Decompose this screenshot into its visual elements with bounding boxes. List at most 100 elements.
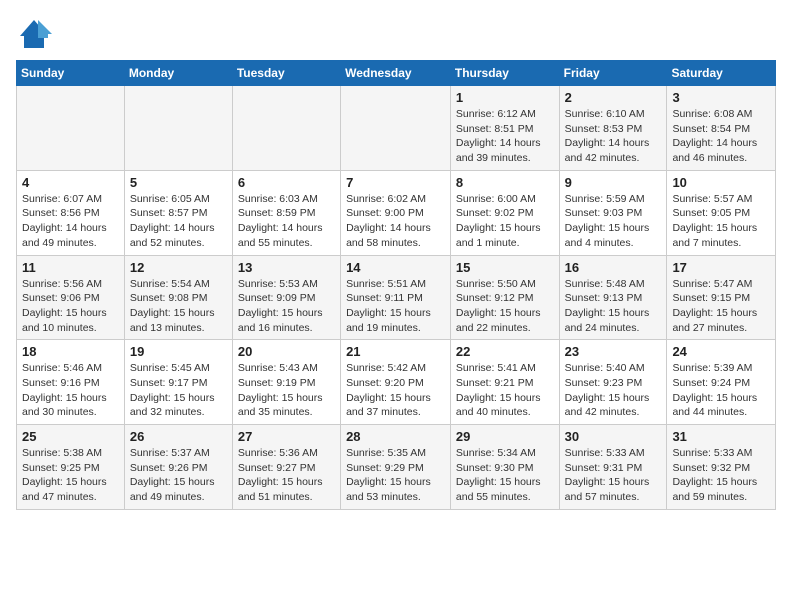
calendar-cell: 27Sunrise: 5:36 AM Sunset: 9:27 PM Dayli… xyxy=(232,425,340,510)
calendar-cell: 4Sunrise: 6:07 AM Sunset: 8:56 PM Daylig… xyxy=(17,170,125,255)
day-detail: Sunrise: 5:40 AM Sunset: 9:23 PM Dayligh… xyxy=(565,361,662,420)
calendar-cell: 1 Sunrise: 6:12 AM Sunset: 8:51 PM Daylig… xyxy=(450,86,559,171)
calendar-cell: 24Sunrise: 5:39 AM Sunset: 9:24 PM Dayli… xyxy=(667,340,776,425)
calendar-cell: 26Sunrise: 5:37 AM Sunset: 9:26 PM Dayli… xyxy=(124,425,232,510)
calendar-cell: 21 Sunrise: 5:42 AM Sunset: 9:20 PM Dayli… xyxy=(341,340,451,425)
calendar-cell xyxy=(124,86,232,171)
calendar-cell: 23 Sunrise: 5:40 AM Sunset: 9:23 PM Dayli… xyxy=(559,340,667,425)
day-detail: Sunrise: 5:36 AM Sunset: 9:27 PM Dayligh… xyxy=(238,446,335,505)
calendar-cell: 17 Sunrise: 5:47 AM Sunset: 9:15 PM Dayli… xyxy=(667,255,776,340)
header-thursday: Thursday xyxy=(450,61,559,86)
day-number: 17 xyxy=(672,260,770,275)
day-number: 31 xyxy=(672,429,770,444)
calendar-cell: 19 Sunrise: 5:45 AM Sunset: 9:17 PM Dayli… xyxy=(124,340,232,425)
day-number: 23 xyxy=(565,344,662,359)
calendar-week-row: 11 Sunrise: 5:56 AM Sunset: 9:06 PM Dayli… xyxy=(17,255,776,340)
day-number: 14 xyxy=(346,260,445,275)
calendar-cell xyxy=(232,86,340,171)
day-number: 15 xyxy=(456,260,554,275)
day-number: 9 xyxy=(565,175,662,190)
day-detail: Sunrise: 5:59 AM Sunset: 9:03 PM Dayligh… xyxy=(565,192,662,251)
day-number: 12 xyxy=(130,260,227,275)
day-number: 7 xyxy=(346,175,445,190)
day-detail: Sunrise: 6:02 AM Sunset: 9:00 PM Dayligh… xyxy=(346,192,445,251)
day-detail: Sunrise: 5:48 AM Sunset: 9:13 PM Dayligh… xyxy=(565,277,662,336)
day-detail: Sunrise: 5:41 AM Sunset: 9:21 PM Dayligh… xyxy=(456,361,554,420)
calendar-week-row: 18 Sunrise: 5:46 AM Sunset: 9:16 PM Dayli… xyxy=(17,340,776,425)
day-detail: Sunrise: 6:12 AM Sunset: 8:51 PM Dayligh… xyxy=(456,107,554,166)
day-detail: Sunrise: 6:00 AM Sunset: 9:02 PM Dayligh… xyxy=(456,192,554,251)
day-detail: Sunrise: 5:46 AM Sunset: 9:16 PM Dayligh… xyxy=(22,361,119,420)
page-header xyxy=(16,16,776,52)
calendar-cell: 29 Sunrise: 5:34 AM Sunset: 9:30 PM Dayli… xyxy=(450,425,559,510)
calendar-week-row: 25 Sunrise: 5:38 AM Sunset: 9:25 PM Dayli… xyxy=(17,425,776,510)
calendar-table: SundayMondayTuesdayWednesdayThursdayFrid… xyxy=(16,60,776,510)
day-number: 28 xyxy=(346,429,445,444)
day-number: 3 xyxy=(672,90,770,105)
day-detail: Sunrise: 5:45 AM Sunset: 9:17 PM Dayligh… xyxy=(130,361,227,420)
day-detail: Sunrise: 5:38 AM Sunset: 9:25 PM Dayligh… xyxy=(22,446,119,505)
day-number: 11 xyxy=(22,260,119,275)
logo-icon xyxy=(16,16,52,52)
calendar-cell: 3 Sunrise: 6:08 AM Sunset: 8:54 PM Daylig… xyxy=(667,86,776,171)
day-detail: Sunrise: 5:34 AM Sunset: 9:30 PM Dayligh… xyxy=(456,446,554,505)
day-detail: Sunrise: 5:57 AM Sunset: 9:05 PM Dayligh… xyxy=(672,192,770,251)
day-detail: Sunrise: 5:42 AM Sunset: 9:20 PM Dayligh… xyxy=(346,361,445,420)
calendar-cell: 7 Sunrise: 6:02 AM Sunset: 9:00 PM Daylig… xyxy=(341,170,451,255)
day-number: 30 xyxy=(565,429,662,444)
calendar-cell: 22Sunrise: 5:41 AM Sunset: 9:21 PM Dayli… xyxy=(450,340,559,425)
calendar-cell: 2 Sunrise: 6:10 AM Sunset: 8:53 PM Daylig… xyxy=(559,86,667,171)
day-detail: Sunrise: 5:56 AM Sunset: 9:06 PM Dayligh… xyxy=(22,277,119,336)
header-tuesday: Tuesday xyxy=(232,61,340,86)
calendar-cell: 12 Sunrise: 5:54 AM Sunset: 9:08 PM Dayli… xyxy=(124,255,232,340)
day-number: 16 xyxy=(565,260,662,275)
day-number: 5 xyxy=(130,175,227,190)
day-number: 26 xyxy=(130,429,227,444)
day-detail: Sunrise: 6:05 AM Sunset: 8:57 PM Dayligh… xyxy=(130,192,227,251)
calendar-cell: 15 Sunrise: 5:50 AM Sunset: 9:12 PM Dayli… xyxy=(450,255,559,340)
day-number: 21 xyxy=(346,344,445,359)
day-detail: Sunrise: 5:33 AM Sunset: 9:31 PM Dayligh… xyxy=(565,446,662,505)
header-monday: Monday xyxy=(124,61,232,86)
day-detail: Sunrise: 5:47 AM Sunset: 9:15 PM Dayligh… xyxy=(672,277,770,336)
day-detail: Sunrise: 5:33 AM Sunset: 9:32 PM Dayligh… xyxy=(672,446,770,505)
day-detail: Sunrise: 6:08 AM Sunset: 8:54 PM Dayligh… xyxy=(672,107,770,166)
day-detail: Sunrise: 5:54 AM Sunset: 9:08 PM Dayligh… xyxy=(130,277,227,336)
calendar-cell: 31 Sunrise: 5:33 AM Sunset: 9:32 PM Dayli… xyxy=(667,425,776,510)
calendar-cell xyxy=(341,86,451,171)
calendar-cell: 10 Sunrise: 5:57 AM Sunset: 9:05 PM Dayli… xyxy=(667,170,776,255)
day-number: 24 xyxy=(672,344,770,359)
calendar-cell: 11 Sunrise: 5:56 AM Sunset: 9:06 PM Dayli… xyxy=(17,255,125,340)
calendar-cell: 5 Sunrise: 6:05 AM Sunset: 8:57 PM Daylig… xyxy=(124,170,232,255)
day-number: 1 xyxy=(456,90,554,105)
calendar-cell: 8 Sunrise: 6:00 AM Sunset: 9:02 PM Daylig… xyxy=(450,170,559,255)
day-number: 20 xyxy=(238,344,335,359)
header-wednesday: Wednesday xyxy=(341,61,451,86)
day-number: 18 xyxy=(22,344,119,359)
days-header-row: SundayMondayTuesdayWednesdayThursdayFrid… xyxy=(17,61,776,86)
day-detail: Sunrise: 6:10 AM Sunset: 8:53 PM Dayligh… xyxy=(565,107,662,166)
day-detail: Sunrise: 5:53 AM Sunset: 9:09 PM Dayligh… xyxy=(238,277,335,336)
day-number: 8 xyxy=(456,175,554,190)
day-number: 29 xyxy=(456,429,554,444)
calendar-cell: 9 Sunrise: 5:59 AM Sunset: 9:03 PM Daylig… xyxy=(559,170,667,255)
day-number: 10 xyxy=(672,175,770,190)
calendar-week-row: 1 Sunrise: 6:12 AM Sunset: 8:51 PM Daylig… xyxy=(17,86,776,171)
calendar-cell: 30 Sunrise: 5:33 AM Sunset: 9:31 PM Dayli… xyxy=(559,425,667,510)
day-number: 2 xyxy=(565,90,662,105)
header-sunday: Sunday xyxy=(17,61,125,86)
day-detail: Sunrise: 5:35 AM Sunset: 9:29 PM Dayligh… xyxy=(346,446,445,505)
day-number: 19 xyxy=(130,344,227,359)
calendar-week-row: 4Sunrise: 6:07 AM Sunset: 8:56 PM Daylig… xyxy=(17,170,776,255)
calendar-cell: 13Sunrise: 5:53 AM Sunset: 9:09 PM Dayli… xyxy=(232,255,340,340)
calendar-cell: 16 Sunrise: 5:48 AM Sunset: 9:13 PM Dayli… xyxy=(559,255,667,340)
header-saturday: Saturday xyxy=(667,61,776,86)
day-detail: Sunrise: 5:50 AM Sunset: 9:12 PM Dayligh… xyxy=(456,277,554,336)
calendar-cell: 6 Sunrise: 6:03 AM Sunset: 8:59 PM Daylig… xyxy=(232,170,340,255)
day-detail: Sunrise: 6:03 AM Sunset: 8:59 PM Dayligh… xyxy=(238,192,335,251)
calendar-cell xyxy=(17,86,125,171)
calendar-cell: 14Sunrise: 5:51 AM Sunset: 9:11 PM Dayli… xyxy=(341,255,451,340)
day-number: 25 xyxy=(22,429,119,444)
day-number: 6 xyxy=(238,175,335,190)
day-detail: Sunrise: 6:07 AM Sunset: 8:56 PM Dayligh… xyxy=(22,192,119,251)
